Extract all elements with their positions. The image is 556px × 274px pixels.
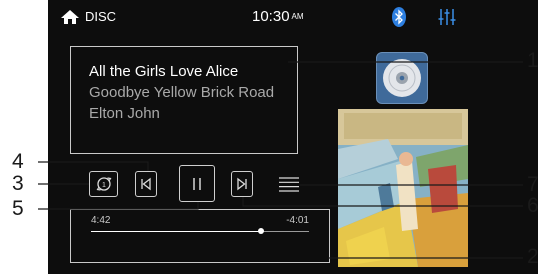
bluetooth-icon[interactable] [392, 7, 406, 27]
callout-5: 5 [12, 197, 24, 220]
artist-name: Elton John [89, 105, 160, 122]
progress-track[interactable] [91, 228, 309, 234]
progress-thumb[interactable] [258, 228, 265, 234]
skip-next-icon [237, 177, 247, 191]
callout-4: 4 [12, 150, 24, 173]
clock: 10:30 AM [252, 8, 304, 26]
song-title: All the Girls Love Alice [89, 63, 239, 80]
album-cover [338, 109, 468, 267]
equalizer-icon[interactable] [438, 8, 456, 26]
list-icon[interactable] [278, 176, 300, 193]
source-label: DISC [85, 9, 117, 24]
remaining-time: -4:01 [286, 215, 309, 226]
player-screen: DISC 10:30 AM All the Girls Love Alice Go… [48, 0, 538, 274]
callout-6: 6 [527, 194, 539, 217]
skip-previous-icon [141, 177, 151, 191]
track-info-panel: All the Girls Love Alice Goodbye Yellow … [70, 46, 298, 154]
next-track-button[interactable] [231, 171, 253, 197]
progress-fill [91, 231, 262, 232]
repeat-icon: 1 [96, 177, 111, 191]
callout-3: 3 [12, 172, 24, 195]
svg-text:1: 1 [102, 182, 106, 189]
home-icon[interactable] [60, 9, 80, 25]
elapsed-time: 4:42 [91, 215, 111, 226]
progress-panel: 4:42 -4:01 [70, 209, 330, 263]
repeat-button[interactable]: 1 [89, 171, 118, 197]
clock-ampm: AM [291, 12, 304, 21]
callout-7: 7 [527, 173, 539, 196]
callout-1: 1 [527, 49, 539, 72]
album-title: Goodbye Yellow Brick Road [89, 84, 275, 101]
clock-time: 10:30 [252, 8, 290, 25]
disc-button[interactable] [376, 52, 428, 104]
callout-2: 2 [527, 245, 539, 268]
pause-button[interactable] [179, 165, 215, 202]
previous-track-button[interactable] [135, 171, 157, 197]
pause-icon [193, 177, 201, 190]
disc-icon [383, 59, 421, 97]
